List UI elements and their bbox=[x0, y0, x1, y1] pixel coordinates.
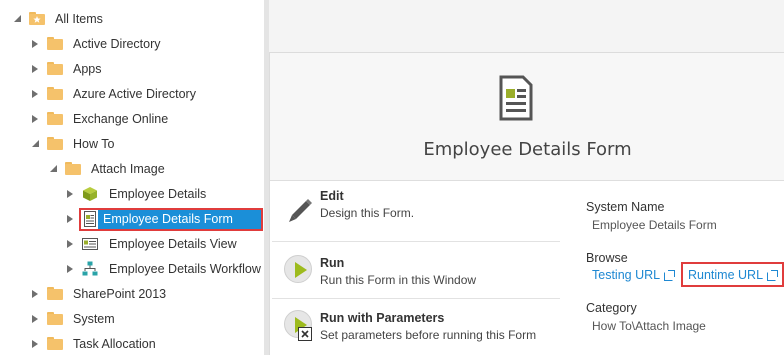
action-description: Run this Form in this Window bbox=[320, 273, 477, 287]
folder-icon bbox=[47, 287, 63, 300]
collapse-arrow-icon[interactable] bbox=[50, 165, 57, 172]
expand-arrow-icon[interactable] bbox=[67, 190, 73, 198]
tree-item-active-directory[interactable]: Active Directory bbox=[0, 31, 264, 56]
testing-url-link[interactable]: Testing URL bbox=[592, 268, 676, 282]
expand-arrow-icon[interactable] bbox=[67, 215, 73, 223]
tree-label: Attach Image bbox=[91, 161, 165, 176]
category-label: Category bbox=[586, 301, 637, 315]
action-title: Edit bbox=[320, 189, 344, 203]
form-details-card: Employee Details Form Edit Design this F… bbox=[269, 52, 784, 355]
expand-arrow-icon[interactable] bbox=[32, 340, 38, 348]
tree-label: Azure Active Directory bbox=[73, 86, 196, 101]
tree-label: Employee Details bbox=[109, 186, 207, 201]
folder-icon bbox=[47, 37, 63, 50]
tree-item-task-allocation[interactable]: Task Allocation bbox=[0, 331, 264, 355]
system-name-label: System Name bbox=[586, 200, 665, 214]
tree-item-apps[interactable]: Apps bbox=[0, 56, 264, 81]
category-value: How To\Attach Image bbox=[592, 319, 706, 333]
action-edit[interactable]: Edit Design this Form. bbox=[270, 181, 562, 241]
parameters-badge-icon bbox=[298, 327, 312, 341]
tree-item-how-to[interactable]: How To bbox=[0, 131, 264, 156]
tree-root-all-items[interactable]: All Items bbox=[0, 6, 264, 31]
tree-label: Employee Details Workflow bbox=[109, 261, 261, 276]
form-title: Employee Details Form bbox=[423, 139, 632, 160]
expand-arrow-icon[interactable] bbox=[32, 40, 38, 48]
tree-item-exchange-online[interactable]: Exchange Online bbox=[0, 106, 264, 131]
tree-item-employee-details-view[interactable]: Employee Details View bbox=[0, 231, 264, 256]
expand-arrow-icon[interactable] bbox=[32, 115, 38, 123]
tree-label: Employee Details View bbox=[109, 236, 237, 251]
expand-arrow-icon[interactable] bbox=[67, 240, 73, 248]
tree-item-employee-details[interactable]: Employee Details bbox=[0, 181, 264, 206]
expand-arrow-icon[interactable] bbox=[67, 265, 73, 273]
favorites-folder-icon bbox=[29, 12, 45, 25]
pencil-icon bbox=[289, 199, 312, 222]
action-run-with-parameters[interactable]: Run with Parameters Set parameters befor… bbox=[270, 299, 562, 355]
action-description: Design this Form. bbox=[320, 206, 415, 220]
tree-label: All Items bbox=[55, 11, 103, 26]
folder-icon bbox=[47, 312, 63, 325]
category-tree: All Items Active Directory Apps Azure Ac… bbox=[0, 0, 264, 355]
tree-label: Active Directory bbox=[73, 36, 161, 51]
tree-item-azure-active-directory[interactable]: Azure Active Directory bbox=[0, 81, 264, 106]
folder-icon bbox=[47, 112, 63, 125]
tree-label: Task Allocation bbox=[73, 336, 156, 351]
highlight-box-runtime-url bbox=[681, 262, 784, 287]
action-title: Run with Parameters bbox=[320, 311, 445, 325]
tree-label: Exchange Online bbox=[73, 111, 169, 126]
tree-label: Apps bbox=[73, 61, 102, 76]
tree-item-system[interactable]: System bbox=[0, 306, 264, 331]
action-divider bbox=[272, 241, 560, 242]
content-background bbox=[269, 0, 784, 52]
tree-item-employee-details-workflow[interactable]: Employee Details Workflow bbox=[0, 256, 264, 281]
folder-icon bbox=[47, 62, 63, 75]
workflow-icon bbox=[82, 261, 98, 276]
tree-item-sharepoint-2013[interactable]: SharePoint 2013 bbox=[0, 281, 264, 306]
collapse-arrow-icon[interactable] bbox=[14, 15, 21, 22]
form-actions: Edit Design this Form. Run Run this Form… bbox=[270, 181, 566, 355]
tree-item-attach-image[interactable]: Attach Image bbox=[0, 156, 264, 181]
folder-icon bbox=[47, 137, 63, 150]
action-title: Run bbox=[320, 256, 345, 270]
external-link-icon bbox=[664, 270, 676, 281]
tree-label: How To bbox=[73, 136, 115, 151]
highlight-box-selected-form bbox=[79, 208, 263, 231]
expand-arrow-icon[interactable] bbox=[32, 315, 38, 323]
action-description: Set parameters before running this Form bbox=[320, 328, 537, 342]
play-icon bbox=[284, 255, 312, 283]
form-header: Employee Details Form bbox=[270, 53, 784, 181]
expand-arrow-icon[interactable] bbox=[32, 65, 38, 73]
folder-icon bbox=[47, 337, 63, 350]
folder-icon bbox=[47, 87, 63, 100]
form-document-icon bbox=[499, 75, 533, 121]
browse-label: Browse bbox=[586, 251, 628, 265]
testing-url-label[interactable]: Testing URL bbox=[592, 268, 660, 282]
view-icon bbox=[82, 238, 98, 250]
system-name-value: Employee Details Form bbox=[592, 218, 717, 232]
smartobject-cube-icon bbox=[83, 187, 97, 201]
expand-arrow-icon[interactable] bbox=[32, 290, 38, 298]
folder-icon bbox=[65, 162, 81, 175]
tree-label: System bbox=[73, 311, 115, 326]
expand-arrow-icon[interactable] bbox=[32, 90, 38, 98]
tree-label: SharePoint 2013 bbox=[73, 286, 167, 301]
collapse-arrow-icon[interactable] bbox=[32, 140, 39, 147]
